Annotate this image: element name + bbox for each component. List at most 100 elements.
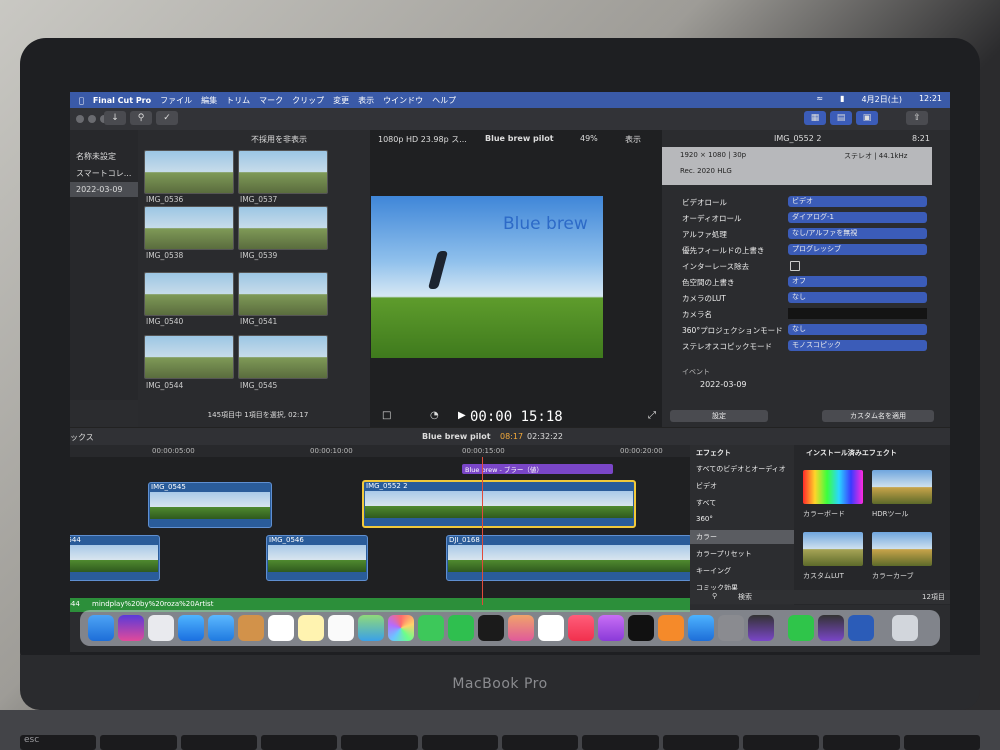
video-role-dropdown[interactable]: ビデオ: [788, 196, 927, 207]
deinterlace-checkbox[interactable]: [790, 261, 800, 271]
video-frame[interactable]: Blue brew: [371, 196, 603, 358]
clip-thumbnail[interactable]: [238, 150, 328, 194]
effects-search-input[interactable]: 検索: [738, 592, 752, 602]
davinci-resolve-icon[interactable]: [478, 615, 504, 641]
projection-mode-dropdown[interactable]: なし: [788, 324, 927, 335]
timeline-clip[interactable]: IMG_0546: [266, 535, 368, 581]
menu-view[interactable]: 表示: [358, 95, 374, 106]
timeline-toggle-button[interactable]: ▤: [830, 111, 852, 125]
line-icon[interactable]: [788, 615, 814, 641]
camera-name-field[interactable]: [788, 308, 927, 319]
zoom-dropdown[interactable]: 49%: [580, 134, 598, 143]
word-icon[interactable]: [848, 615, 874, 641]
play-button[interactable]: ▶: [458, 410, 466, 421]
menu-trim[interactable]: トリム: [226, 95, 250, 106]
clip-thumbnail[interactable]: [144, 206, 234, 250]
sidebar-item-smart-collection[interactable]: スマートコレ...: [70, 165, 138, 182]
effects-category[interactable]: ビデオ: [696, 481, 717, 491]
share-button[interactable]: ⇧: [906, 111, 928, 125]
transform-icon[interactable]: □: [382, 410, 391, 421]
installed-effects-dropdown[interactable]: インストール済みエフェクト: [806, 448, 897, 458]
selected-timeline-clip[interactable]: IMG_0552 2: [362, 480, 636, 528]
effects-category[interactable]: すべて: [696, 498, 716, 508]
battery-icon[interactable]: ▮: [840, 94, 844, 105]
timeline-ruler[interactable]: 00:00:05:00 00:00:10:00 00:00:15:00 00:0…: [70, 445, 690, 457]
messages-icon[interactable]: [418, 615, 444, 641]
books-icon[interactable]: [658, 615, 684, 641]
final-cut-pro-icon[interactable]: [748, 615, 774, 641]
timeline-clip[interactable]: IMG_0545: [148, 482, 272, 528]
menu-edit[interactable]: 編集: [201, 95, 217, 106]
audio-role-dropdown[interactable]: ダイアログ-1: [788, 212, 927, 223]
clip-thumbnail[interactable]: [144, 335, 234, 379]
calendar-icon[interactable]: [268, 615, 294, 641]
effect-tile[interactable]: [872, 532, 932, 566]
view-dropdown[interactable]: 表示: [625, 134, 641, 145]
sidebar-item-library[interactable]: 名称未設定: [70, 148, 138, 165]
apple-icon[interactable]: : [79, 96, 84, 105]
photos-icon[interactable]: [388, 615, 414, 641]
effects-category[interactable]: すべてのビデオとオーディオ: [696, 464, 786, 474]
window-minimize-button[interactable]: [88, 115, 96, 123]
app-store-icon[interactable]: [688, 615, 714, 641]
fullscreen-icon[interactable]: ⤢: [648, 410, 656, 421]
camera-lut-dropdown[interactable]: なし: [788, 292, 927, 303]
launchpad-icon[interactable]: [148, 615, 174, 641]
trash-icon[interactable]: [892, 615, 918, 641]
clip-thumbnail[interactable]: [238, 272, 328, 316]
effects-category[interactable]: 360°: [696, 515, 713, 523]
effect-tile[interactable]: [803, 532, 863, 566]
contacts-icon[interactable]: [238, 615, 264, 641]
facetime-icon[interactable]: [448, 615, 474, 641]
timeline-clip[interactable]: 0544: [70, 535, 160, 581]
apply-custom-name-button[interactable]: カスタム名を適用: [822, 410, 934, 422]
alpha-handling-dropdown[interactable]: なし/アルファを無視: [788, 228, 927, 239]
clip-thumbnail[interactable]: [238, 206, 328, 250]
title-clip[interactable]: Blue brew - ブラー（値）: [462, 464, 613, 474]
menu-app-name[interactable]: Final Cut Pro: [93, 96, 151, 105]
system-preferences-icon[interactable]: [718, 615, 744, 641]
settings-button[interactable]: 設定: [670, 410, 768, 422]
effect-tile[interactable]: [803, 470, 863, 504]
menu-time[interactable]: 12:21: [919, 94, 942, 105]
clip-thumbnail[interactable]: [144, 150, 234, 194]
menu-window[interactable]: ウインドウ: [383, 95, 423, 106]
effects-category[interactable]: キーイング: [696, 566, 731, 576]
browser-toggle-button[interactable]: ▦: [804, 111, 826, 125]
timeline-project-name[interactable]: Blue brew pilot: [422, 432, 491, 441]
field-dominance-dropdown[interactable]: プログレッシブ: [788, 244, 927, 255]
effects-category[interactable]: カラープリセット: [696, 549, 752, 559]
mail-icon[interactable]: [208, 615, 234, 641]
index-button[interactable]: デックス: [70, 432, 94, 443]
menu-clip[interactable]: クリップ: [292, 95, 324, 106]
clip-thumbnail[interactable]: [238, 335, 328, 379]
notes-icon[interactable]: [298, 615, 324, 641]
menu-file[interactable]: ファイル: [160, 95, 192, 106]
finder-icon[interactable]: [88, 615, 114, 641]
sidebar-item-event[interactable]: 2022-03-09: [70, 182, 138, 197]
maps-icon[interactable]: [358, 615, 384, 641]
reminders-icon[interactable]: [328, 615, 354, 641]
siri-icon[interactable]: [118, 615, 144, 641]
pages-icon[interactable]: [508, 615, 534, 641]
stereoscopic-mode-dropdown[interactable]: モノスコピック: [788, 340, 927, 351]
music-icon[interactable]: [568, 615, 594, 641]
filter-dropdown[interactable]: 不採用を非表示: [251, 134, 307, 145]
effects-category[interactable]: カラー: [696, 532, 717, 542]
final-cut-pro-icon[interactable]: [818, 615, 844, 641]
speed-icon[interactable]: ◔: [430, 410, 439, 421]
wifi-icon[interactable]: ≈: [816, 94, 823, 105]
playhead[interactable]: [482, 457, 483, 605]
menu-date[interactable]: 4月2日(土): [862, 94, 902, 105]
podcasts-icon[interactable]: [598, 615, 624, 641]
clip-thumbnail[interactable]: [144, 272, 234, 316]
numbers-icon[interactable]: [538, 615, 564, 641]
effect-tile[interactable]: [872, 470, 932, 504]
menu-mark[interactable]: マーク: [259, 95, 283, 106]
color-space-dropdown[interactable]: オフ: [788, 276, 927, 287]
import-button[interactable]: ↓: [104, 111, 126, 125]
background-tasks-button[interactable]: ✓: [156, 111, 178, 125]
keyword-button[interactable]: ⚲: [130, 111, 152, 125]
inspector-toggle-button[interactable]: ▣: [856, 111, 878, 125]
menu-modify[interactable]: 変更: [333, 95, 349, 106]
